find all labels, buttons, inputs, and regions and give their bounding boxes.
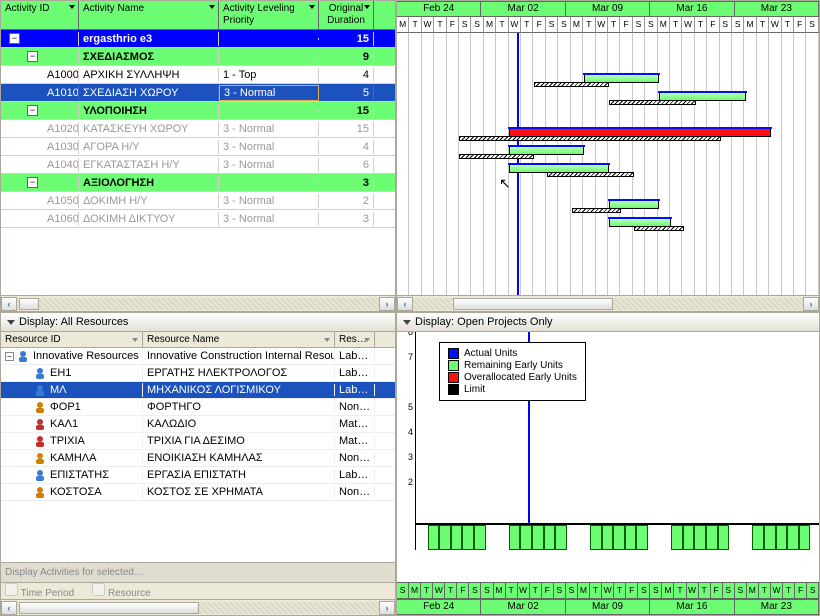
col-resource-name[interactable]: Resource Name bbox=[143, 332, 335, 347]
table-row[interactable]: A1040ΕΓΚΑΤΑΣΤΑΣΗ Η/Υ3 - Normal6 bbox=[1, 156, 395, 174]
table-row[interactable]: −ΥΛΟΠΟΙΗΣΗ15 bbox=[1, 102, 395, 120]
resource-checkbox[interactable]: Resource bbox=[92, 583, 151, 599]
col-resource-type[interactable]: Res… bbox=[335, 332, 375, 347]
col-activity-name[interactable]: Activity Name bbox=[79, 1, 219, 29]
col-activity-id[interactable]: Activity ID bbox=[1, 1, 79, 29]
chevron-down-icon bbox=[7, 320, 15, 325]
bar bbox=[671, 525, 683, 550]
table-row[interactable]: A1050ΔΟΚΙΜΗ Η/Υ3 - Normal2 bbox=[1, 192, 395, 210]
bar bbox=[590, 525, 602, 550]
bar bbox=[532, 525, 544, 550]
bar bbox=[613, 525, 625, 550]
resource-row[interactable]: ΚΟΣΤΟΣΑΚΟΣΤΟΣ ΣΕ ΧΡΗΜΑΤΑNon… bbox=[1, 484, 395, 501]
col-duration[interactable]: Original Duration bbox=[319, 1, 374, 29]
table-row[interactable]: A1000ΑΡΧΙΚΗ ΣΥΛΛΗΨΗ1 - Top4 bbox=[1, 66, 395, 84]
resource-list-panel: Display: All Resources Resource ID Resou… bbox=[0, 312, 396, 616]
resource-row[interactable]: ΤΡΙΧΙΑΤΡΙΧΙΑ ΓΙΑ ΔΕΣΙΜΟMat… bbox=[1, 433, 395, 450]
table-row[interactable]: A1060ΔΟΚΙΜΗ ΔΙΚΤΥΟΥ3 - Normal3 bbox=[1, 210, 395, 228]
resource-panel-header[interactable]: Display: All Resources bbox=[1, 313, 395, 332]
time-period-checkbox[interactable]: Time Period bbox=[5, 583, 74, 599]
table-row[interactable]: −ΣΧΕΔΙΑΣΜΟΣ9 bbox=[1, 48, 395, 66]
table-row[interactable]: A1010ΣΧΕΔΙΑΣΗ ΧΩΡΟΥ3 - Normal5 bbox=[1, 84, 395, 102]
resource-root-row[interactable]: −Innovative ResourcesInnovative Construc… bbox=[1, 348, 395, 365]
person-icon bbox=[33, 366, 47, 380]
person-icon bbox=[33, 468, 47, 482]
chevron-down-icon bbox=[403, 320, 411, 325]
table-row[interactable]: A1030ΑΓΟΡΑ Η/Υ3 - Normal4 bbox=[1, 138, 395, 156]
bar bbox=[462, 525, 474, 550]
bar bbox=[764, 525, 776, 550]
bar bbox=[706, 525, 718, 550]
resource-row[interactable]: ΦΟΡ1ΦΟΡΤΗΓΟNon… bbox=[1, 399, 395, 416]
table-row[interactable]: −ΑΞΙΟΛΟΓΗΣΗ3 bbox=[1, 174, 395, 192]
person-icon bbox=[33, 383, 47, 397]
res-h-scrollbar[interactable]: ‹ › bbox=[1, 599, 395, 615]
tool-icon bbox=[33, 400, 47, 414]
bar bbox=[474, 525, 486, 550]
bar bbox=[718, 525, 730, 550]
tool-icon bbox=[33, 485, 47, 499]
resource-row[interactable]: EH1ΕΡΓΑΤΗΣ ΗΛΕΚΤΡΟΛΟΓΟΣLab… bbox=[1, 365, 395, 382]
tool-icon bbox=[33, 451, 47, 465]
person-icon bbox=[16, 349, 30, 363]
activity-table-panel: Activity ID Activity Name Activity Level… bbox=[0, 0, 396, 312]
h-scrollbar[interactable]: ‹ › bbox=[1, 295, 395, 311]
resource-row[interactable]: ΚΑΛ1ΚΑΛΩΔΙΟMat… bbox=[1, 416, 395, 433]
bar bbox=[694, 525, 706, 550]
bar bbox=[520, 525, 532, 550]
bar bbox=[752, 525, 764, 550]
bar bbox=[636, 525, 648, 550]
bar bbox=[799, 525, 811, 550]
resource-filter-input[interactable]: Display Activities for selected… bbox=[1, 562, 395, 582]
gantt-panel: Feb 24Mar 02Mar 09Mar 16Mar 23 MTWTFSSMT… bbox=[396, 0, 820, 312]
table-row[interactable]: A1020ΚΑΤΑΣΚΕΥΗ ΧΩΡΟΥ3 - Normal15 bbox=[1, 120, 395, 138]
resource-row[interactable]: ΚΑΜΗΛΑΕΝΟΙΚΙΑΣΗ ΚΑΜΗΛΑΣNon… bbox=[1, 450, 395, 467]
brick-icon bbox=[33, 417, 47, 431]
gantt-h-scrollbar[interactable]: ‹ › bbox=[397, 295, 819, 311]
bar bbox=[439, 525, 451, 550]
limit-line bbox=[416, 523, 819, 525]
resource-row[interactable]: ΕΠΙΣΤΑΤΗΣΕΡΓΑΣΙΑ ΕΠΙΣΤΑΤΗLab… bbox=[1, 467, 395, 484]
bar bbox=[555, 525, 567, 550]
bar bbox=[683, 525, 695, 550]
col-priority[interactable]: Activity Leveling Priority bbox=[219, 1, 319, 29]
bar bbox=[451, 525, 463, 550]
bar bbox=[776, 525, 788, 550]
brick-icon bbox=[33, 434, 47, 448]
bar bbox=[544, 525, 556, 550]
col-resource-id[interactable]: Resource ID bbox=[1, 332, 143, 347]
chart-legend: Actual Units Remaining Early Units Overa… bbox=[439, 342, 586, 401]
resource-row[interactable]: ΜΛΜΗΧΑΝΙΚΟΣ ΛΟΓΙΣΜΙΚΟΥLab… bbox=[1, 382, 395, 399]
bar bbox=[625, 525, 637, 550]
table-row[interactable]: −ergasthrio e315 bbox=[1, 30, 395, 48]
cursor-icon: ↖ bbox=[499, 175, 511, 192]
scroll-right-button[interactable]: › bbox=[379, 297, 395, 311]
resource-table-header: Resource ID Resource Name Res… bbox=[1, 332, 395, 348]
resource-chart-panel: Display: Open Projects Only Actual Units… bbox=[396, 312, 820, 616]
bar bbox=[509, 525, 521, 550]
bar bbox=[602, 525, 614, 550]
chart-panel-header[interactable]: Display: Open Projects Only bbox=[397, 313, 819, 332]
bar bbox=[787, 525, 799, 550]
scroll-left-button[interactable]: ‹ bbox=[1, 297, 17, 311]
bar bbox=[428, 525, 440, 550]
activity-table-header: Activity ID Activity Name Activity Level… bbox=[1, 1, 395, 30]
